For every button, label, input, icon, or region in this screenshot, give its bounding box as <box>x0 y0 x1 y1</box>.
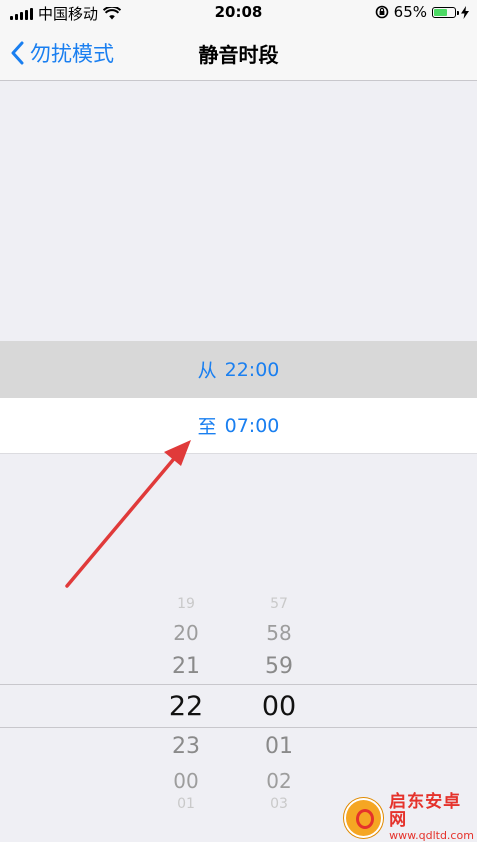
picker-hour[interactable]: 00 <box>156 769 216 793</box>
picker-minute[interactable]: 02 <box>249 769 309 793</box>
picker-minute-selected[interactable]: 00 <box>249 691 309 722</box>
picker-minute[interactable]: 59 <box>249 654 309 679</box>
picker-minute[interactable]: 01 <box>249 734 309 759</box>
watermark-name: 启东安卓网 <box>389 792 462 830</box>
picker-bottom-line <box>0 727 477 728</box>
time-picker[interactable]: 19 20 21 22 23 00 01 57 58 59 00 01 02 0… <box>0 590 477 820</box>
picker-hour[interactable]: 21 <box>156 654 216 679</box>
picker-hour[interactable]: 23 <box>156 734 216 759</box>
picker-hour[interactable]: 01 <box>156 796 216 812</box>
picker-top-line <box>0 684 477 685</box>
picker-hour-selected[interactable]: 22 <box>156 691 216 722</box>
picker-minute[interactable]: 58 <box>249 621 309 645</box>
picker-hour[interactable]: 19 <box>156 596 216 612</box>
site-watermark: 启东安卓网 www.qdltd.com <box>344 792 477 842</box>
watermark-url: www.qdltd.com <box>389 828 474 842</box>
picker-minute[interactable]: 03 <box>249 796 309 812</box>
watermark-logo <box>344 797 384 838</box>
picker-minute[interactable]: 57 <box>249 596 309 612</box>
picker-hour[interactable]: 20 <box>156 621 216 645</box>
